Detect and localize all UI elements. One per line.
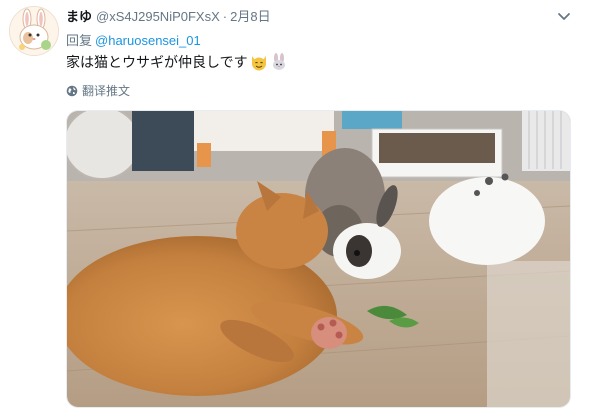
avatar[interactable] [9, 6, 59, 56]
tweet-photo[interactable] [66, 110, 571, 408]
tweet-text: 家は猫とウサギが仲良しです [66, 52, 288, 72]
tweet-menu-button[interactable] [555, 8, 573, 26]
user-handle[interactable]: @xS4J295NiP0FXsX [96, 9, 220, 24]
chevron-down-icon [558, 13, 570, 20]
rabbit-avatar-icon [10, 7, 58, 55]
tweet-date[interactable]: 2月8日 [230, 6, 270, 25]
reply-prefix: 回复 [66, 33, 93, 48]
rabbit-emoji [272, 53, 285, 70]
reply-context: 回复 @haruosensei_01 [66, 30, 201, 49]
display-name[interactable]: まゆ [66, 6, 92, 25]
globe-icon [66, 85, 78, 96]
reply-to-link[interactable]: @haruosensei_01 [95, 33, 201, 48]
translate-tweet-link[interactable]: 翻译推文 [66, 82, 130, 99]
separator-dot: · [222, 9, 228, 24]
tweet-header: まゆ @xS4J295NiP0FXsX · 2月8日 [66, 6, 271, 24]
cat-and-rabbit-photo [67, 111, 570, 407]
tweet-body: 家は猫とウサギが仲良しです [66, 54, 248, 70]
translate-label: 翻译推文 [82, 84, 131, 98]
cat-face-emoji [251, 56, 266, 71]
